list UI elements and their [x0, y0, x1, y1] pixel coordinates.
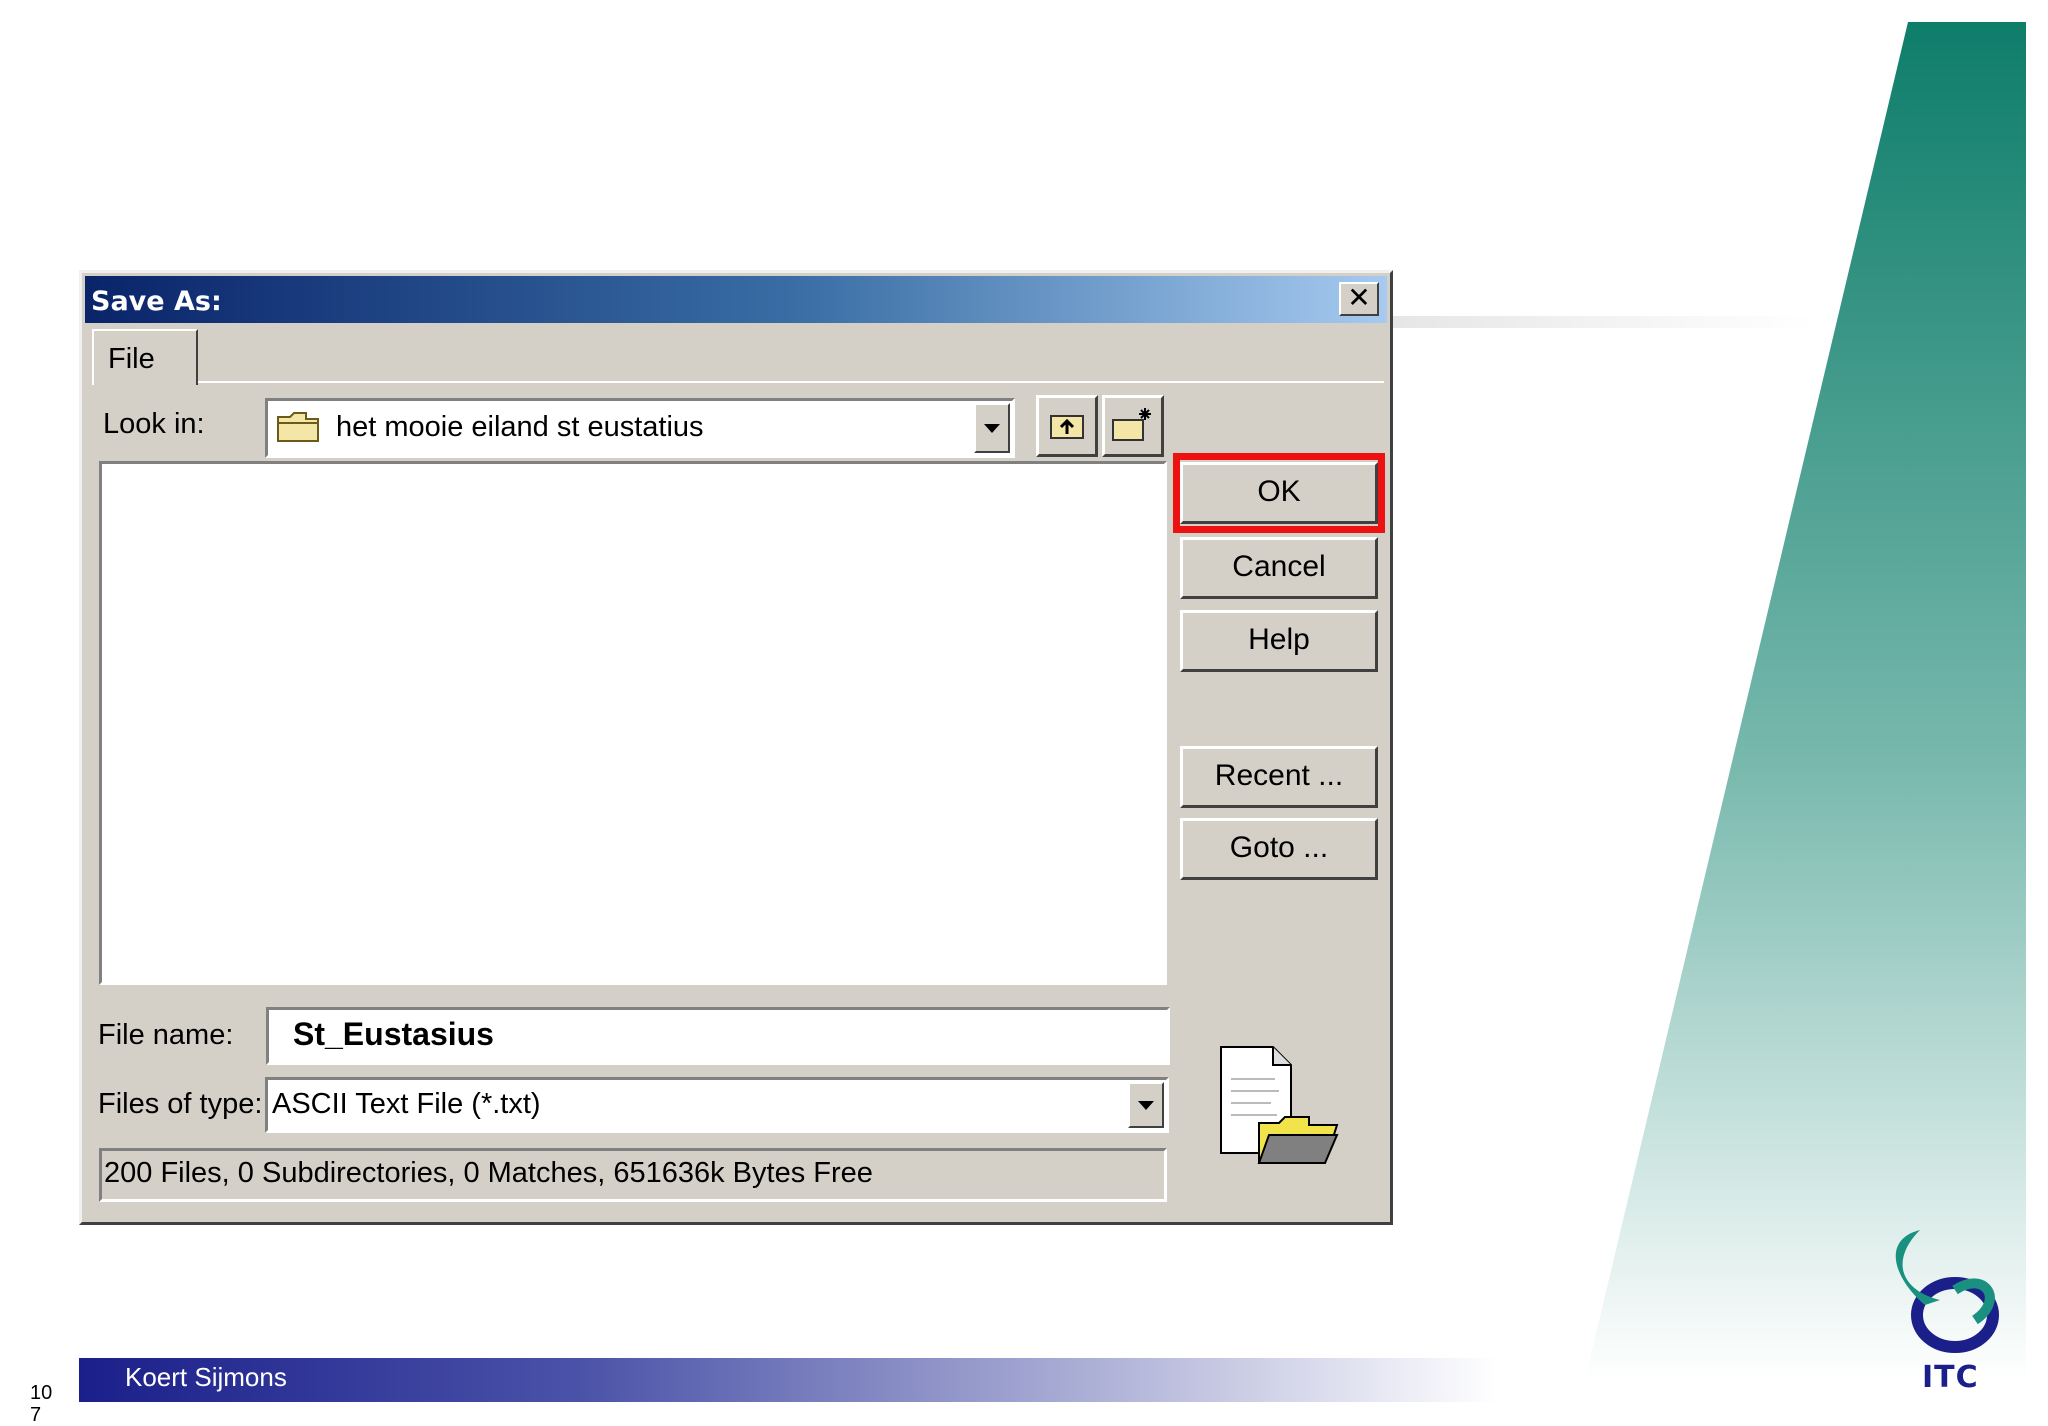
cancel-button[interactable]: Cancel [1180, 537, 1378, 599]
up-folder-icon [1050, 415, 1084, 439]
decorative-teal-band [1585, 22, 2026, 1380]
new-folder-button[interactable] [1102, 395, 1164, 457]
look-in-value: het mooie eiland st eustatius [336, 411, 704, 443]
recent-button[interactable]: Recent ... [1180, 746, 1378, 808]
file-name-input[interactable]: St_Eustasius [266, 1007, 1170, 1065]
up-one-level-button[interactable] [1036, 395, 1098, 457]
new-folder-icon [1112, 408, 1151, 441]
file-name-value: St_Eustasius [293, 1016, 494, 1052]
goto-button[interactable]: Goto ... [1180, 818, 1378, 880]
close-button[interactable]: ✕ [1339, 282, 1379, 316]
dialog-title: Save As: [91, 286, 222, 317]
look-in-label: Look in: [103, 408, 205, 440]
files-of-type-dropdown-arrow[interactable] [1128, 1082, 1164, 1128]
look-in-dropdown-arrow[interactable] [974, 403, 1010, 453]
help-button[interactable]: Help [1180, 610, 1378, 672]
folder-icon [277, 412, 319, 442]
slide-number: 10 7 [30, 1382, 53, 1426]
save-as-dialog: Save As: ✕ File Look in: het mooie eilan… [79, 270, 1393, 1225]
status-bar: 200 Files, 0 Subdirectories, 0 Matches, … [99, 1148, 1167, 1202]
save-file-icon [1220, 1046, 1339, 1164]
author-name: Koert Sijmons [125, 1362, 287, 1392]
itc-logo-text: ITC [1922, 1360, 1979, 1395]
footer-bar [79, 1358, 1499, 1402]
ok-button[interactable]: OK [1180, 462, 1378, 524]
files-of-type-label: Files of type: [98, 1088, 263, 1120]
dialog-title-bar[interactable]: Save As: ✕ [85, 276, 1387, 323]
tab-divider [198, 381, 1384, 383]
files-of-type-value: ASCII Text File (*.txt) [272, 1088, 541, 1120]
tab-file[interactable]: File [92, 329, 198, 385]
file-name-label: File name: [98, 1019, 234, 1051]
files-of-type-dropdown[interactable]: ASCII Text File (*.txt) [265, 1077, 1169, 1133]
look-in-dropdown[interactable]: het mooie eiland st eustatius [265, 398, 1015, 458]
decorative-grey-bar [1393, 316, 1813, 328]
file-list[interactable] [99, 461, 1167, 985]
